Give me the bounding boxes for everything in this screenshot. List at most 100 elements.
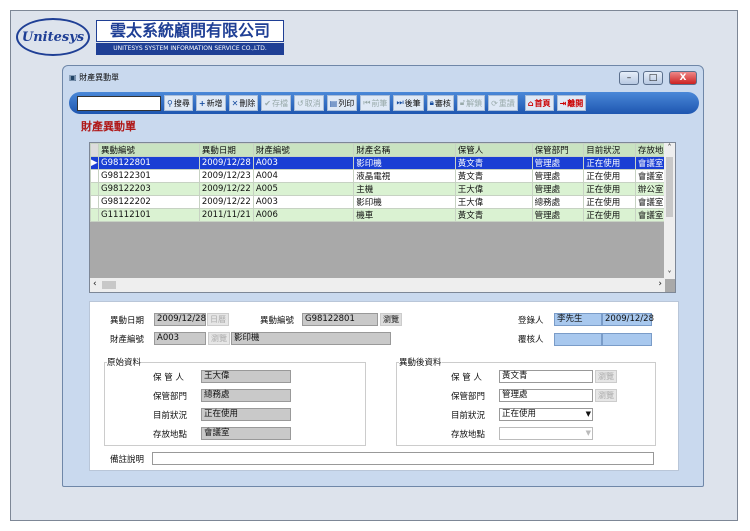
logo-emblem: Unitesys xyxy=(16,18,90,56)
delete-button[interactable]: ✕ 刪除 xyxy=(228,95,259,111)
after-status-label: 目前狀況 xyxy=(451,411,486,421)
table-cell[interactable]: 影印機 xyxy=(353,195,456,209)
reload-button[interactable]: ⟳ 重讀 xyxy=(488,95,518,111)
table-cell[interactable]: A006 xyxy=(252,208,355,222)
table-cell[interactable]: G98122801 xyxy=(97,156,200,170)
unlock-button[interactable]: 🔓︎ 解鎖 xyxy=(456,95,486,111)
original-dept-field: 總務處 xyxy=(201,389,291,402)
browse-change-no-button[interactable]: 瀏覽 xyxy=(380,313,402,326)
table-cell[interactable]: 2011/11/21 xyxy=(198,208,254,222)
horizontal-scrollbar[interactable]: ‹ › xyxy=(90,278,665,292)
table-cell[interactable]: A005 xyxy=(252,182,355,196)
column-header[interactable]: 異動編號 xyxy=(97,143,200,157)
minimize-button[interactable]: – xyxy=(619,71,639,85)
prev-button[interactable]: ⏮ 前筆 xyxy=(360,95,391,111)
table-cell[interactable]: 正在使用 xyxy=(583,195,636,209)
x-icon: ✕ xyxy=(231,98,239,108)
asset-change-window: ▣ 財產異動單 – □ X ⚲ 搜尋 + 新增 ✕ 刪除 ✔ 存檔 ↺ 取消 ▤ 列印 ⏮ 前… xyxy=(62,65,704,487)
column-header[interactable]: 異動日期 xyxy=(198,143,254,157)
next-button[interactable]: ⏭ 後筆 xyxy=(393,95,424,111)
search-input[interactable] xyxy=(77,95,161,111)
table-cell[interactable]: 影印機 xyxy=(353,156,456,170)
after-status-select[interactable]: 正在使用 ▼ xyxy=(499,408,593,421)
table-cell[interactable]: 2009/12/22 xyxy=(198,195,254,209)
table-cell[interactable]: 2009/12/23 xyxy=(198,169,254,183)
original-dept-label: 保管部門 xyxy=(153,392,188,402)
row-indicator[interactable] xyxy=(90,169,99,183)
table-cell[interactable]: 主機 xyxy=(353,182,456,196)
table-cell[interactable]: A003 xyxy=(252,195,355,209)
table-cell[interactable]: A004 xyxy=(252,169,355,183)
asset-no-field[interactable]: A003 xyxy=(154,332,206,345)
table-cell[interactable]: 黃文青 xyxy=(454,156,533,170)
changed-data-group: 異動後資料 保 管 人 黃文青 瀏覽 保管部門 管理處 瀏覽 目前狀況 正在使用… xyxy=(396,356,656,446)
detail-form: 異動日期 2009/12/28 日曆 異動編號 G98122801 瀏覽 財產編… xyxy=(89,301,679,471)
table-cell[interactable]: G98122301 xyxy=(97,169,200,183)
table-row[interactable]: ▶ G98122801 2009/12/28 A003 影印機 黃文青 管理處 正在使用 會議室 xyxy=(90,156,675,170)
exit-button[interactable]: ⇥ 離開 xyxy=(556,95,587,111)
print-button[interactable]: ▤ 列印 xyxy=(326,95,358,111)
table-cell[interactable]: 管理處 xyxy=(531,169,585,183)
column-header[interactable]: 財產名稱 xyxy=(353,143,456,157)
change-no-field[interactable]: G98122801 xyxy=(302,313,378,326)
original-status-field: 正在使用 xyxy=(201,408,291,421)
browse-asset-button[interactable]: 瀏覽 xyxy=(208,332,230,345)
table-row[interactable]: G98122301 2009/12/23 A004 液晶電視 黃文青 管理處 正在使用 會議室 xyxy=(90,169,675,183)
table-cell[interactable]: 正在使用 xyxy=(583,182,636,196)
after-location-select[interactable]: ▼ xyxy=(499,427,593,440)
table-cell[interactable]: 機車 xyxy=(353,208,456,222)
table-cell[interactable]: 液晶電視 xyxy=(353,169,456,183)
table-cell[interactable]: A003 xyxy=(252,156,355,170)
table-cell[interactable]: 王大偉 xyxy=(454,195,533,209)
column-header[interactable]: 目前狀況 xyxy=(583,143,636,157)
table-cell[interactable]: 管理處 xyxy=(531,182,585,196)
table-cell[interactable]: 王大偉 xyxy=(454,182,533,196)
row-indicator[interactable] xyxy=(90,182,99,196)
change-date-field[interactable]: 2009/12/28 xyxy=(154,313,206,326)
add-button[interactable]: + 新增 xyxy=(195,95,226,111)
table-cell[interactable]: 正在使用 xyxy=(583,169,636,183)
table-row[interactable]: G11112101 2011/11/21 A006 機車 黃文青 管理處 正在使用 會議室 xyxy=(90,208,675,222)
search-button[interactable]: ⚲ 搜尋 xyxy=(164,95,193,111)
after-dept-field[interactable]: 管理處 xyxy=(499,389,593,402)
table-row[interactable]: G98122203 2009/12/22 A005 主機 王大偉 管理處 正在使用 辦公室 xyxy=(90,182,675,196)
table-cell[interactable]: 管理處 xyxy=(531,156,585,170)
after-keeper-label: 保 管 人 xyxy=(451,373,482,383)
table-cell[interactable]: G11112101 xyxy=(97,208,200,222)
after-keeper-field[interactable]: 黃文青 xyxy=(499,370,593,383)
calendar-button[interactable]: 日曆 xyxy=(207,313,229,326)
save-button[interactable]: ✔ 存檔 xyxy=(261,95,291,111)
browse-keeper-button[interactable]: 瀏覽 xyxy=(595,370,617,383)
table-cell[interactable]: G98122202 xyxy=(97,195,200,209)
remark-field[interactable] xyxy=(152,452,654,465)
table-cell[interactable]: 總務處 xyxy=(531,195,585,209)
table-cell[interactable]: 2009/12/22 xyxy=(198,182,254,196)
table-cell[interactable]: 黃文青 xyxy=(454,208,533,222)
browse-dept-button[interactable]: 瀏覽 xyxy=(595,389,617,402)
close-button[interactable]: X xyxy=(669,71,697,85)
row-indicator[interactable]: ▶ xyxy=(90,156,99,170)
table-cell[interactable]: 2009/12/28 xyxy=(198,156,254,170)
maximize-button[interactable]: □ xyxy=(643,71,663,85)
table-cell[interactable]: 正在使用 xyxy=(583,156,636,170)
table-header: 異動編號 異動日期 財產編號 財產名稱 保管人 保管部門 目前狀況 存放地點 xyxy=(90,143,675,157)
column-header[interactable]: 財產編號 xyxy=(252,143,355,157)
lock-icon: 🔒︎ xyxy=(429,98,434,107)
row-indicator[interactable] xyxy=(90,208,99,222)
table-cell[interactable]: 黃文青 xyxy=(454,169,533,183)
audit-button[interactable]: 🔒︎ 審核 xyxy=(426,95,454,111)
table-cell[interactable]: 正在使用 xyxy=(583,208,636,222)
table-cell[interactable]: G98122203 xyxy=(97,182,200,196)
toolbar: ⚲ 搜尋 + 新增 ✕ 刪除 ✔ 存檔 ↺ 取消 ▤ 列印 ⏮ 前筆 ⏭ 後筆 🔒︎ 審核 🔓︎ 解… xyxy=(69,92,699,114)
column-header[interactable]: 保管人 xyxy=(454,143,533,157)
chevron-down-icon: ▼ xyxy=(585,429,591,437)
home-button[interactable]: ⌂ 首頁 xyxy=(524,95,554,111)
vertical-scrollbar[interactable]: ˄ ˅ xyxy=(664,143,675,279)
table-row[interactable]: G98122202 2009/12/22 A003 影印機 王大偉 總務處 正在使用 會議室 xyxy=(90,195,675,209)
asset-no-label: 財產編號 xyxy=(110,335,145,345)
table-cell[interactable]: 管理處 xyxy=(531,208,585,222)
cancel-button[interactable]: ↺ 取消 xyxy=(293,95,324,111)
check-icon: ✔ xyxy=(264,98,271,108)
column-header[interactable]: 保管部門 xyxy=(531,143,585,157)
row-indicator[interactable] xyxy=(90,195,99,209)
